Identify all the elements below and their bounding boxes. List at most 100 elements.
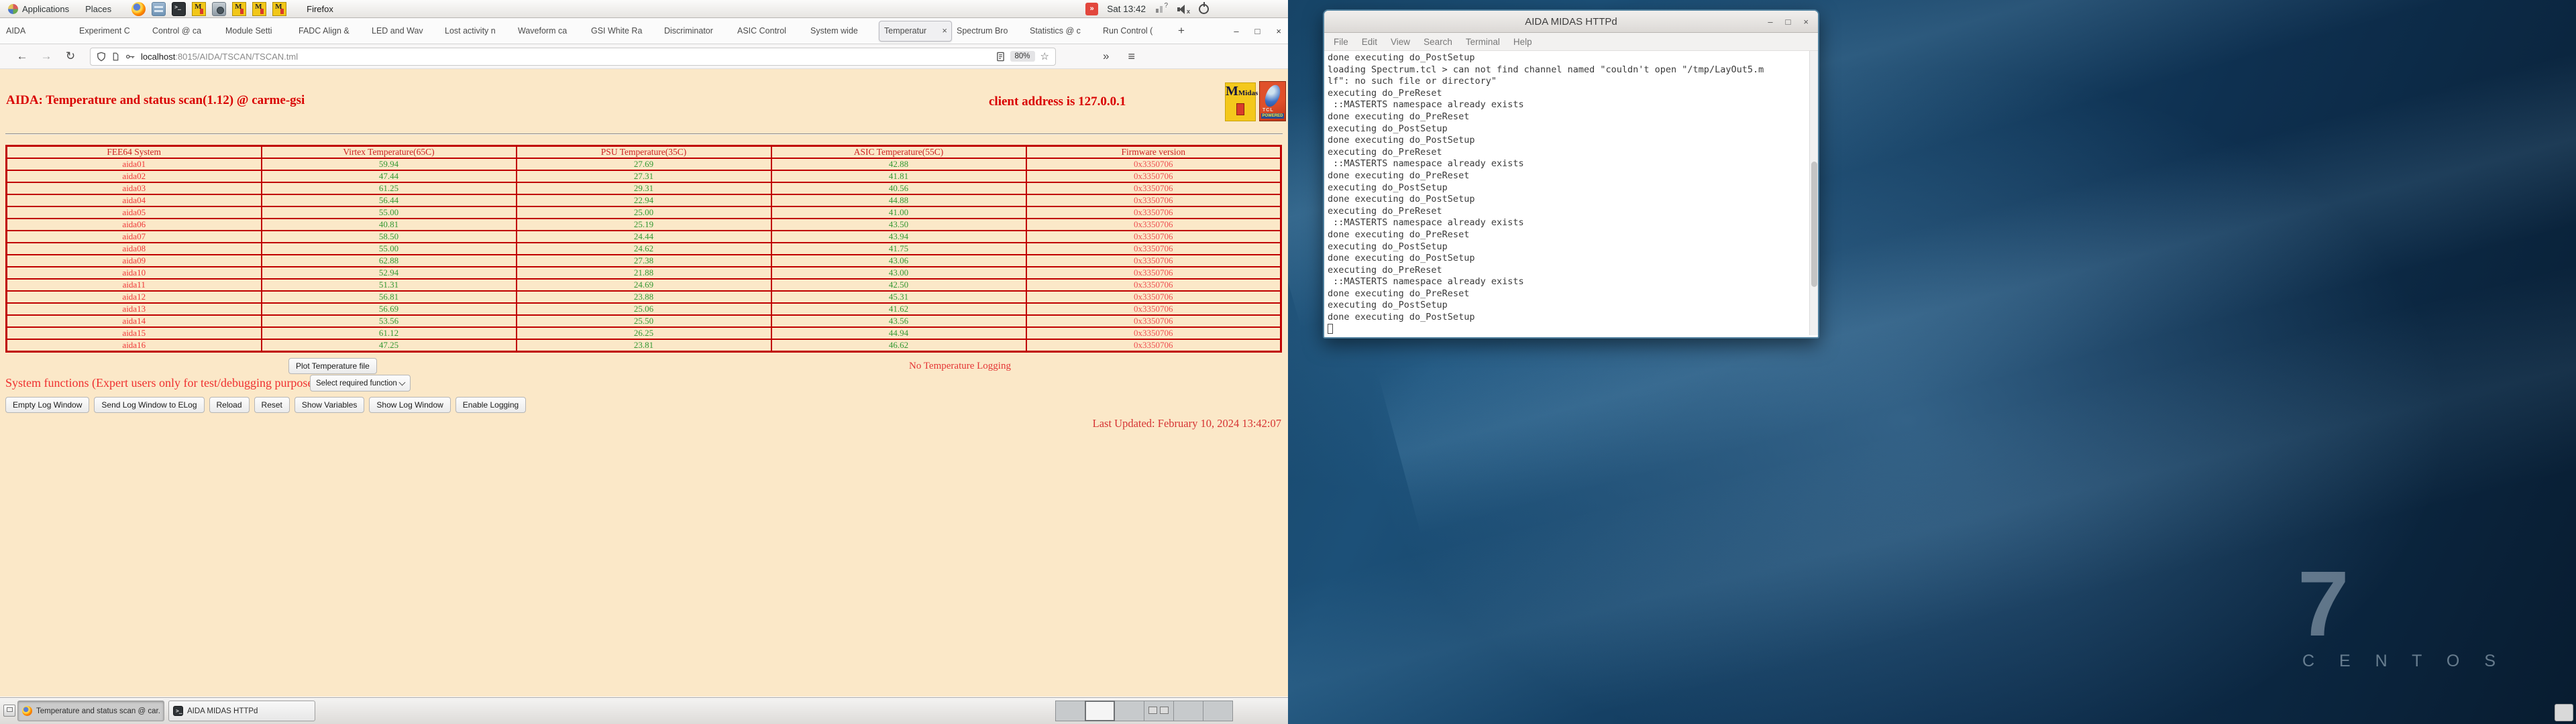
tab-close-icon[interactable]: ×	[942, 25, 947, 36]
screenshot-icon[interactable]	[212, 2, 226, 16]
tab[interactable]: Lost activity n	[440, 21, 513, 42]
tab[interactable]: ASIC Control	[733, 21, 806, 42]
function-select[interactable]: Select required function	[310, 375, 411, 391]
applications-menu[interactable]: Applications	[0, 0, 77, 17]
workspace-cell[interactable]	[1173, 701, 1203, 721]
corner-applet[interactable]	[2555, 704, 2573, 721]
cell-virtex-temp: 56.44	[262, 194, 517, 206]
tab-active[interactable]: Temperatur×	[879, 21, 952, 42]
tab-bar: AIDAExperiment CControl @ ca Module Setti…	[0, 18, 1288, 44]
cell-firmware: 0x3350706	[1026, 279, 1281, 291]
bookmark-star-icon[interactable]: ☆	[1040, 50, 1049, 62]
zoom-level-chip[interactable]: 80%	[1010, 51, 1035, 62]
page-info-icon[interactable]	[111, 52, 120, 62]
tab[interactable]: Waveform ca	[513, 21, 586, 42]
firefox-icon[interactable]	[131, 2, 146, 16]
reset-button[interactable]: Reset	[254, 397, 290, 413]
table-row: aida0361.2529.3140.560x3350706	[7, 182, 1281, 194]
terminal-scrollbar[interactable]	[1809, 51, 1818, 335]
plot-temperature-button[interactable]: Plot Temperature file	[288, 358, 377, 374]
empty-log-window-button[interactable]: Empty Log Window	[5, 397, 89, 413]
cell-asic-temp: 41.81	[771, 170, 1026, 182]
app-menu-icon[interactable]: ≡	[1128, 50, 1135, 64]
show-variables-button[interactable]: Show Variables	[294, 397, 365, 413]
terminal-menu-edit[interactable]: Edit	[1355, 37, 1384, 47]
send-log-window-to-elog-button[interactable]: Send Log Window to ELog	[94, 397, 204, 413]
terminal-menu-view[interactable]: View	[1384, 37, 1417, 47]
tab[interactable]: Control @ ca	[148, 21, 221, 42]
taskbar-button[interactable]: Temperature and status scan @ car...	[17, 701, 164, 721]
midas-logo-text: Midas	[1238, 89, 1258, 97]
tab[interactable]: System wide	[806, 21, 879, 42]
window-minimize-button[interactable]: –	[1234, 26, 1238, 36]
table-row: aida0758.5024.4443.940x3350706	[7, 231, 1281, 243]
divider	[5, 133, 1283, 135]
terminal-close-button[interactable]: ×	[1803, 17, 1809, 27]
terminal-minimize-button[interactable]: –	[1768, 17, 1772, 27]
taskbar-button[interactable]: AIDA MIDAS HTTPd	[168, 701, 315, 721]
notification-icon[interactable]: »	[1085, 3, 1098, 15]
tab[interactable]: FADC Align &	[294, 21, 367, 42]
file-manager-icon[interactable]	[152, 2, 166, 16]
terminal-output[interactable]: done executing do_PostSetuploading Spect…	[1324, 51, 1818, 335]
terminal-maximize-button[interactable]: □	[1786, 17, 1791, 27]
cell-psu-temp: 25.00	[517, 206, 771, 219]
midas-icon[interactable]	[192, 2, 206, 16]
cell-system: aida08	[7, 243, 262, 255]
tab[interactable]: LED and Wav	[367, 21, 440, 42]
terminal-icon[interactable]	[172, 2, 186, 16]
places-menu[interactable]: Places	[77, 0, 119, 17]
workspace-cell[interactable]	[1085, 701, 1115, 721]
terminal-menu-file[interactable]: File	[1327, 37, 1355, 47]
power-icon[interactable]	[1199, 4, 1209, 14]
table-header-row: FEE64 SystemVirtex Temperature(65C)PSU T…	[7, 146, 1281, 159]
reload-button[interactable]: Reload	[209, 397, 250, 413]
cell-firmware: 0x3350706	[1026, 255, 1281, 267]
url-bar[interactable]: localhost:8015/AIDA/TSCAN/TSCAN.tml 80% …	[90, 48, 1056, 66]
tab[interactable]: Experiment C	[74, 21, 148, 42]
cell-asic-temp: 44.88	[771, 194, 1026, 206]
scrollbar-thumb[interactable]	[1811, 162, 1817, 287]
reload-button[interactable]: ↻	[63, 50, 78, 63]
tab-label: Module Setti	[225, 26, 289, 36]
midas-icon[interactable]	[272, 2, 286, 16]
midas-icon[interactable]	[232, 2, 246, 16]
overflow-menu-icon[interactable]: »	[1103, 50, 1109, 63]
new-tab-button[interactable]: +	[1171, 24, 1191, 38]
connection-icon[interactable]	[125, 52, 136, 61]
tab[interactable]: Statistics @ c	[1025, 21, 1098, 42]
reader-mode-icon[interactable]	[996, 52, 1005, 62]
terminal-menu-terminal[interactable]: Terminal	[1459, 37, 1507, 47]
forward-button[interactable]: →	[39, 50, 54, 63]
tab[interactable]: Spectrum Bro	[952, 21, 1025, 42]
network-icon[interactable]: ?	[1155, 3, 1168, 15]
workspace-cell[interactable]	[1055, 701, 1085, 721]
back-button[interactable]: ←	[15, 50, 30, 63]
tab[interactable]: Discriminator	[659, 21, 733, 42]
shield-icon[interactable]	[97, 52, 106, 62]
terminal-menu-search[interactable]: Search	[1417, 37, 1459, 47]
tab[interactable]: GSI White Ra	[586, 21, 659, 42]
show-desktop-icon[interactable]	[3, 705, 15, 717]
cell-virtex-temp: 53.56	[262, 315, 517, 327]
terminal-menu-help[interactable]: Help	[1507, 37, 1539, 47]
tab[interactable]: Run Control (	[1098, 21, 1171, 42]
terminal-line: done executing do_PostSetup	[1328, 194, 1806, 206]
workspace-cell[interactable]	[1144, 701, 1174, 721]
enable-logging-button[interactable]: Enable Logging	[455, 397, 526, 413]
workspace-cell[interactable]	[1203, 701, 1233, 721]
terminal-titlebar[interactable]: AIDA MIDAS HTTPd – □ ×	[1324, 11, 1818, 33]
volume-muted-icon[interactable]: x	[1177, 3, 1190, 15]
window-close-button[interactable]: ×	[1276, 26, 1281, 36]
window-restore-button[interactable]: □	[1255, 26, 1260, 36]
workspace-cell[interactable]	[1114, 701, 1144, 721]
cell-system: aida05	[7, 206, 262, 219]
tab[interactable]: AIDA	[1, 21, 74, 42]
table-row: aida1256.8123.8845.310x3350706	[7, 291, 1281, 303]
midas-icon[interactable]	[252, 2, 266, 16]
clock[interactable]: Sat 13:42	[1107, 4, 1146, 14]
cell-system: aida09	[7, 255, 262, 267]
tab[interactable]: Module Setti	[221, 21, 294, 42]
cell-asic-temp: 40.56	[771, 182, 1026, 194]
show-log-window-button[interactable]: Show Log Window	[369, 397, 450, 413]
